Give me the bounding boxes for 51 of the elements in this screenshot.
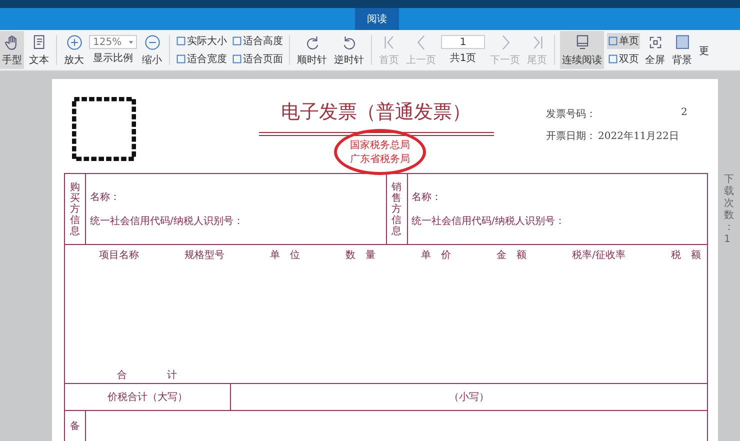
column-header: 税 额 xyxy=(670,248,701,262)
column-header: 项目名称 xyxy=(99,249,139,262)
column-header: 税率/征收率 xyxy=(572,248,626,262)
party-field-label: 统一社会信用代码/纳税人识别号： xyxy=(90,214,244,228)
view-option-button[interactable]: 双页 xyxy=(607,51,640,67)
zoom-dropdown[interactable]: 125% xyxy=(89,35,137,49)
total-in-words-label: 价税合计（大写） xyxy=(65,384,231,410)
view-option-button[interactable]: 适合宽度 xyxy=(175,51,228,67)
view-option-button[interactable]: 适合高度 xyxy=(231,33,284,49)
toolbar-button[interactable]: 顺时针 xyxy=(295,31,329,69)
issue-date-label: 开票日期： xyxy=(546,130,596,143)
party-label: 销售方信息 xyxy=(392,182,402,236)
view-option-button[interactable]: 单页 xyxy=(607,33,640,49)
toolbar-button[interactable]: 连续阅读 xyxy=(560,31,604,69)
zoom-out-icon xyxy=(144,34,160,50)
page-number-field[interactable]: 1 xyxy=(441,35,485,49)
toolbar-button[interactable]: 逆时针 xyxy=(332,31,366,69)
column-header: 规格型号 xyxy=(184,248,225,262)
official-stamp: 国家税务总局 广东省税务局 xyxy=(334,129,426,175)
total-label: 合 计 xyxy=(117,368,178,382)
toolbar-button[interactable]: 更 xyxy=(697,31,711,69)
invoice-number-value: 2 xyxy=(681,107,688,120)
page-count-label: 共1页 xyxy=(450,52,476,65)
column-header: 数 量 xyxy=(346,249,376,262)
invoice-title: 电子发票（普通发票） xyxy=(281,100,471,125)
zoom-in-icon xyxy=(66,34,82,50)
party-field-label: 名称： xyxy=(90,191,121,204)
column-header: 单 位 xyxy=(270,248,300,262)
qr-code-icon xyxy=(72,97,136,161)
remarks-label: 备 xyxy=(65,411,86,441)
toolbar-button[interactable]: 手型 xyxy=(0,31,24,69)
reading-tab[interactable]: 阅读 xyxy=(355,8,399,30)
caret-icon xyxy=(129,40,133,44)
column-header: 金 额 xyxy=(496,248,527,262)
invoice-number-label: 发票号码： xyxy=(546,108,596,121)
party-field-label: 名称： xyxy=(412,191,442,204)
toolbar-button[interactable]: 全屏 xyxy=(643,31,667,69)
zoom-label: 显示比例 xyxy=(93,52,133,65)
toolbar-button[interactable]: 放大 xyxy=(62,31,86,69)
party-field-label: 统一社会信用代码/纳税人识别号： xyxy=(412,214,565,228)
background-icon xyxy=(674,34,690,50)
view-option-button[interactable]: 实际大小 xyxy=(175,33,228,49)
column-header: 单 价 xyxy=(421,248,452,262)
view-option-button[interactable]: 适合页面 xyxy=(231,51,284,67)
toolbar-button[interactable]: 背景 xyxy=(670,31,694,69)
download-count: 下载次数：1 xyxy=(724,174,734,246)
issue-date-value: 2022年11月22日 xyxy=(598,130,679,143)
toolbar-button[interactable]: 文本 xyxy=(27,31,51,69)
party-label: 购买方信息 xyxy=(70,182,80,236)
total-in-figures-label: （小写） xyxy=(448,390,490,405)
toolbar-button[interactable]: 缩小 xyxy=(140,31,164,69)
